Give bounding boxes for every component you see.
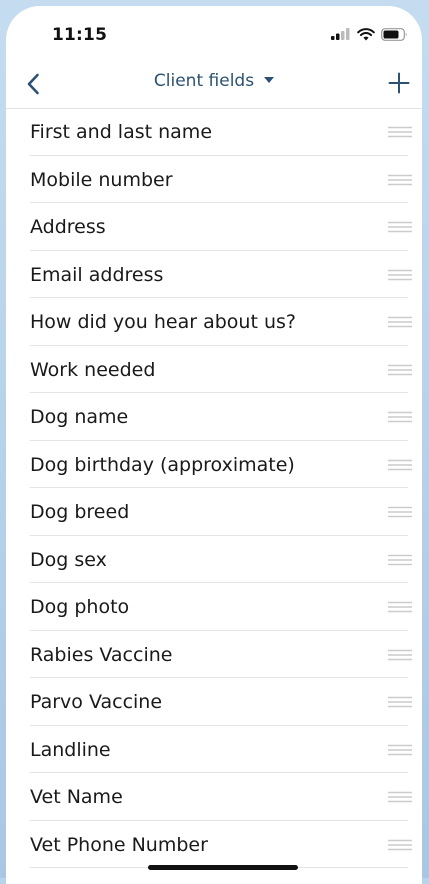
list-item[interactable]: Rabies Vaccine — [6, 631, 422, 679]
field-label: How did you hear about us? — [30, 311, 296, 333]
drag-handle-icon[interactable] — [388, 363, 412, 377]
home-indicator[interactable] — [148, 865, 298, 870]
drag-handle-icon[interactable] — [388, 315, 412, 329]
field-label: Dog photo — [30, 596, 130, 618]
list-item[interactable]: Dog sex — [6, 536, 422, 584]
list-item[interactable]: How did you hear about us? — [6, 298, 422, 346]
field-label: First and last name — [30, 121, 213, 143]
field-label: Address — [30, 216, 106, 238]
list-item[interactable]: Email address — [6, 251, 422, 299]
field-label: Landline — [30, 738, 111, 761]
field-label: Vet Name — [30, 786, 123, 808]
list-item[interactable]: Work needed — [6, 346, 422, 394]
status-time: 11:15 — [52, 25, 108, 45]
phone-screen: 11:15 Client fields First and last name … — [6, 6, 422, 884]
plus-icon — [388, 72, 410, 94]
field-label: Dog birthday (approximate) — [30, 453, 295, 476]
field-label: Vet Phone Number — [30, 833, 208, 856]
client-fields-list: First and last name Mobile number Addres… — [6, 108, 422, 868]
field-label: Rabies Vaccine — [30, 643, 173, 666]
list-item[interactable]: Dog breed — [6, 488, 422, 536]
field-label: Dog sex — [30, 548, 107, 571]
drag-handle-icon[interactable] — [388, 173, 412, 187]
cellular-signal-icon — [331, 28, 350, 40]
battery-icon — [381, 27, 407, 41]
screen-background: 11:15 Client fields First and last name … — [0, 0, 429, 884]
field-label: Dog name — [30, 406, 129, 428]
list-item[interactable]: Landline — [6, 726, 422, 774]
list-item[interactable]: Vet Name — [6, 773, 422, 821]
field-label: Dog breed — [30, 501, 130, 523]
list-item[interactable]: First and last name — [6, 108, 422, 156]
list-item[interactable]: Vet Phone Number — [6, 821, 422, 869]
list-item[interactable]: Address — [6, 203, 422, 251]
drag-handle-icon[interactable] — [388, 410, 412, 424]
field-label: Mobile number — [30, 168, 173, 191]
drag-handle-icon[interactable] — [388, 220, 412, 234]
list-item[interactable]: Dog birthday (approximate) — [6, 441, 422, 489]
drag-handle-icon[interactable] — [388, 838, 412, 852]
field-label: Parvo Vaccine — [30, 691, 163, 713]
page-title: Client fields — [153, 71, 255, 91]
drag-handle-icon[interactable] — [388, 268, 412, 282]
drag-handle-icon[interactable] — [388, 695, 412, 709]
drag-handle-icon[interactable] — [388, 648, 412, 662]
wifi-icon — [357, 27, 375, 40]
status-icons — [331, 26, 408, 42]
list-item[interactable]: Dog photo — [6, 583, 422, 631]
list-item[interactable]: Parvo Vaccine — [6, 678, 422, 726]
add-field-button[interactable] — [384, 68, 414, 98]
drag-handle-icon[interactable] — [388, 743, 412, 757]
drag-handle-icon[interactable] — [388, 505, 412, 519]
drag-handle-icon[interactable] — [388, 553, 412, 567]
drag-handle-icon[interactable] — [388, 125, 412, 139]
list-item[interactable]: Mobile number — [6, 156, 422, 204]
title-dropdown[interactable]: Client fields — [6, 71, 422, 91]
drag-handle-icon[interactable] — [388, 600, 412, 614]
drag-handle-icon[interactable] — [388, 458, 412, 472]
caret-down-icon — [264, 77, 275, 83]
field-label: Work needed — [30, 358, 156, 381]
navigation-bar: Client fields — [6, 60, 422, 108]
field-label: Email address — [30, 263, 164, 286]
list-item[interactable]: Dog name — [6, 393, 422, 441]
drag-handle-icon[interactable] — [388, 790, 412, 804]
status-bar: 11:15 — [6, 6, 422, 60]
